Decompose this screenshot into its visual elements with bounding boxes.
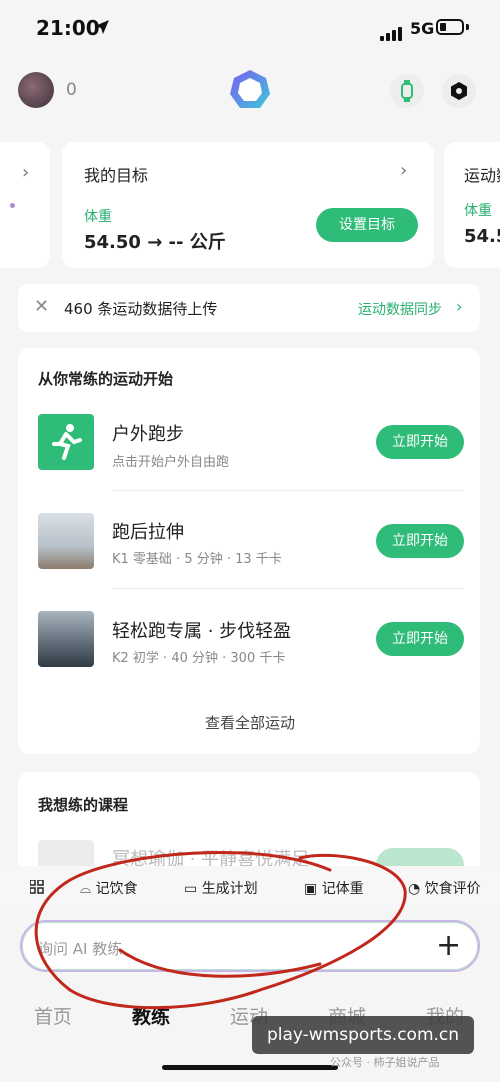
- location-arrow-icon: [95, 20, 109, 34]
- log-food-chip[interactable]: ⌓ 记饮食: [80, 878, 138, 898]
- workout-name: 轻松跑专属 · 步伐轻盈: [112, 621, 292, 642]
- chevron-right-icon: ›: [22, 162, 30, 183]
- workout-sub: K2 初学 · 40 分钟 · 300 千卡: [112, 651, 286, 666]
- signal-icon: [380, 22, 404, 41]
- chevron-right-icon: ›: [400, 160, 408, 181]
- battery-tip: [466, 24, 469, 30]
- start-button[interactable]: 立即开始: [376, 425, 464, 459]
- coin-count: 0: [66, 80, 77, 100]
- scale-icon: ▣: [304, 881, 322, 897]
- calendar-icon: ▭: [184, 881, 202, 897]
- divider: [112, 490, 464, 491]
- home-indicator: [162, 1065, 338, 1070]
- watermark-sub: 公众号 · 柿子姐说产品: [330, 1056, 440, 1069]
- close-icon[interactable]: ✕: [34, 296, 49, 317]
- goal-label: 体重: [84, 209, 112, 225]
- plan-chip[interactable]: ▭ 生成计划: [184, 878, 258, 898]
- workout-name: 跑后拉伸: [112, 522, 184, 543]
- courses-title: 我想练的课程: [38, 796, 129, 814]
- goal-title: 我的目标: [84, 166, 149, 185]
- grid-icon[interactable]: [30, 880, 44, 894]
- next-card-title: 运动数: [464, 166, 500, 185]
- food-icon: ◔: [408, 881, 425, 897]
- set-goal-button[interactable]: 设置目标: [316, 208, 418, 242]
- running-icon: [38, 414, 94, 470]
- tab-home[interactable]: 首页: [34, 1002, 72, 1029]
- ai-input-placeholder: 询问 AI 教练: [38, 940, 123, 958]
- battery-icon: [436, 19, 464, 35]
- status-time: 21:00: [36, 16, 100, 40]
- start-button[interactable]: 立即开始: [376, 524, 464, 558]
- workout-sub: K1 零基础 · 5 分钟 · 13 千卡: [112, 552, 282, 567]
- upload-text: 460 条运动数据待上传: [64, 300, 218, 318]
- plus-icon[interactable]: +: [436, 928, 461, 964]
- watch-icon: [401, 80, 413, 102]
- avatar[interactable]: [18, 72, 54, 108]
- settings-button[interactable]: [442, 74, 476, 108]
- log-weight-chip[interactable]: ▣ 记体重: [304, 878, 364, 898]
- run-thumbnail: [38, 611, 94, 667]
- stretch-thumbnail: [38, 513, 94, 569]
- divider: [112, 588, 464, 589]
- workout-sub: 点击开始户外自由跑: [112, 455, 230, 470]
- chevron-right-icon: ›: [456, 297, 463, 316]
- sync-link[interactable]: 运动数据同步: [358, 299, 442, 319]
- next-card-label: 体重: [464, 203, 492, 219]
- next-card-value: 54.5: [464, 226, 500, 247]
- prev-card[interactable]: [0, 142, 50, 268]
- goal-value: 54.50 → -- 公斤: [84, 232, 226, 253]
- tab-coach[interactable]: 教练: [132, 1002, 170, 1029]
- app-logo-icon[interactable]: [228, 68, 272, 112]
- network-type: 5G: [410, 19, 435, 38]
- view-all-link[interactable]: 查看全部运动: [0, 712, 500, 733]
- watermark: play-wmsports.com.cn: [252, 1016, 474, 1054]
- bowl-icon: ⌓: [80, 881, 96, 897]
- section-title: 从你常练的运动开始: [38, 370, 174, 388]
- watch-button[interactable]: [390, 74, 424, 108]
- start-button[interactable]: 立即开始: [376, 622, 464, 656]
- page-dot: [10, 203, 15, 208]
- hexagon-icon: [451, 82, 467, 100]
- diet-review-chip[interactable]: ◔ 饮食评价: [408, 878, 481, 898]
- workout-name: 户外跑步: [112, 424, 184, 445]
